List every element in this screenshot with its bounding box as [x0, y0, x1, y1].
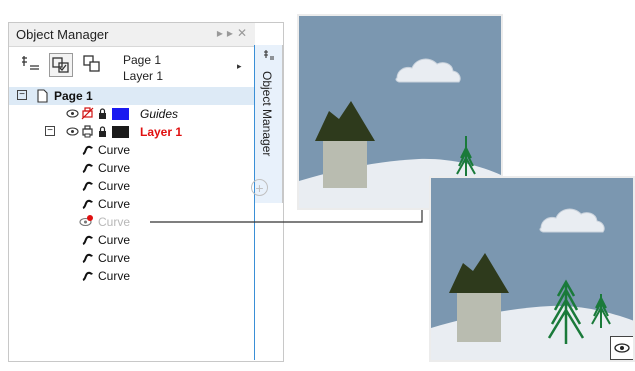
winter-scene-illustration [431, 178, 633, 360]
visible-object-indicator [610, 336, 633, 360]
canvas-preview-visible [429, 176, 635, 362]
eye-icon [614, 343, 630, 353]
